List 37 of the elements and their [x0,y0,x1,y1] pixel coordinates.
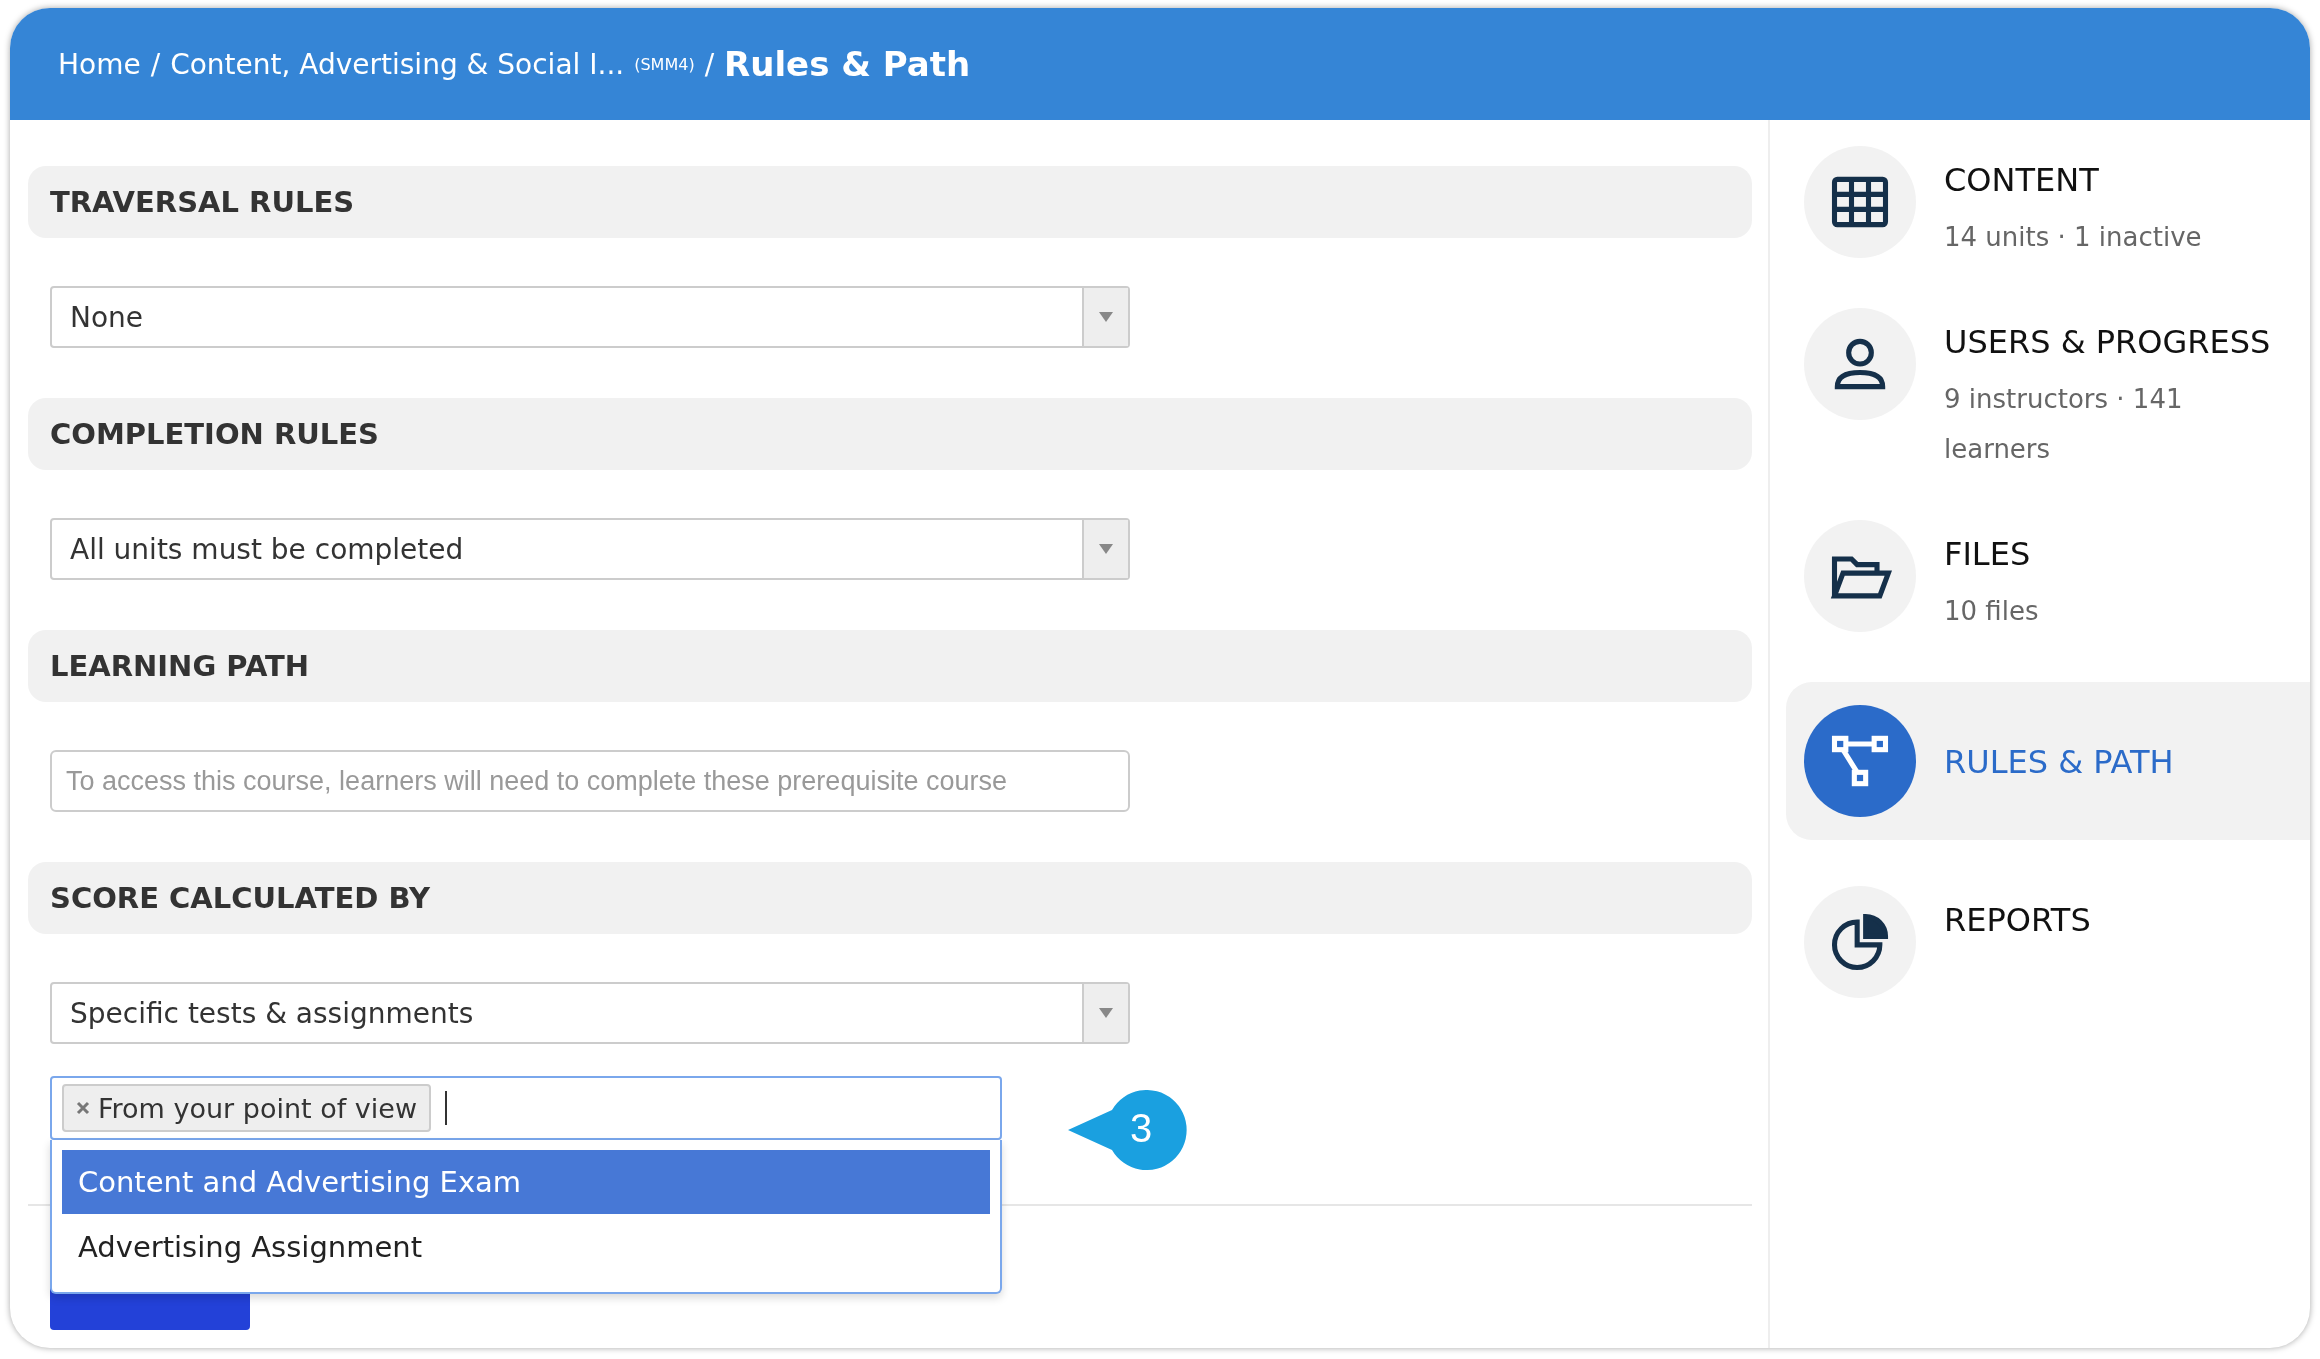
text-cursor [445,1091,447,1125]
dropdown-option[interactable]: Content and Advertising Exam [62,1150,990,1214]
sidebar-item-title: RULES & PATH [1944,742,2174,783]
breadcrumb-separator: / [704,47,715,81]
page-title: Rules & Path [724,44,971,84]
sidebar-item-title: CONTENT [1944,160,2100,201]
sidebar-item-subtitle: 14 units · 1 inactive [1944,221,2203,254]
section-heading: LEARNING PATH [28,630,1752,702]
input-field[interactable]: To access this course, learners will need to complete these prerequisite course [50,750,1130,812]
sidebar-item-title: FILES [1944,534,2032,575]
sidebar-item[interactable]: REPORTS [1786,886,2310,998]
section-heading: COMPLETION RULES [28,398,1752,470]
select-field[interactable]: Specific tests & assignments [50,982,1130,1044]
dropdown-option[interactable]: Advertising Assignment [62,1214,990,1280]
sidebar-item[interactable]: RULES & PATH [1786,682,2310,840]
sidebar-item-title: REPORTS [1944,900,2091,941]
caret-icon [1099,544,1113,554]
breadcrumb-separator: / [150,47,161,81]
sidebar-item[interactable]: USERS & PROGRESS 9 instructors · 141 learners [1786,308,2310,474]
tags-field[interactable]: From your point of view [50,1076,1002,1140]
breadcrumb-link[interactable]: Home [58,47,141,81]
caret-icon [1099,312,1113,322]
select-field[interactable]: All units must be completed [50,518,1130,580]
sidebar-item[interactable]: FILES 10 files [1786,520,2310,636]
sidebar-item-subtitle: 10 files [1944,595,2040,628]
section-heading: TRAVERSAL RULES [28,166,1752,238]
select-field[interactable]: None [50,286,1130,348]
sidebar-item[interactable]: CONTENT 14 units · 1 inactive [1786,146,2310,262]
section-heading: SCORE CALCULATED BY [28,862,1752,934]
sidebar-item-title: USERS & PROGRESS [1944,322,2271,363]
remove-icon[interactable] [76,1101,90,1115]
step-number: 3 [1130,1106,1153,1151]
sidebar-item-subtitle: 9 instructors · 141 learners [1944,383,2184,466]
caret-icon [1099,1008,1113,1018]
tag-label: From your point of view [98,1092,417,1124]
breadcrumb-link[interactable]: Content, Advertising & Social I... [170,47,625,81]
course-code: (SMM4) [634,54,695,74]
